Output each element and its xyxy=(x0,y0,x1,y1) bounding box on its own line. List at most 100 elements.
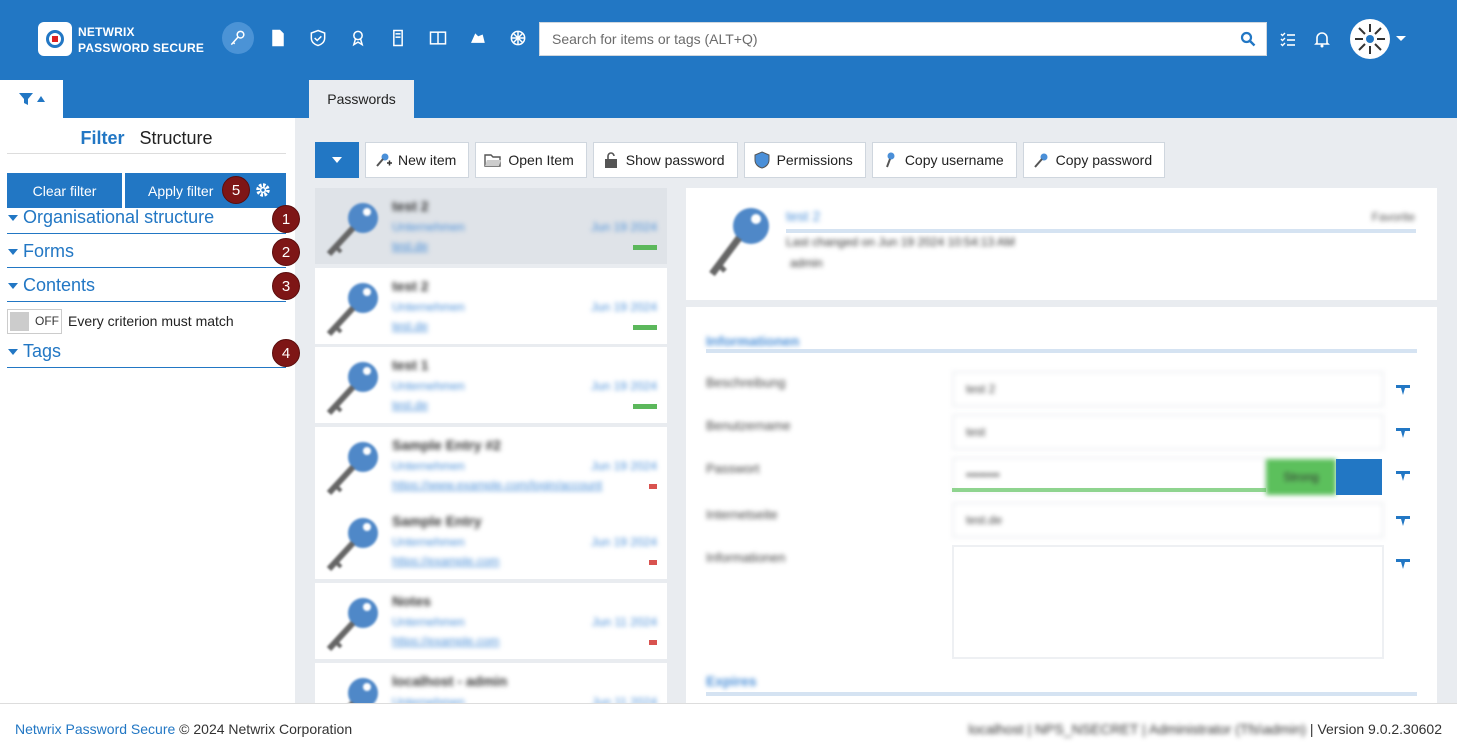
callout-badge-2: 2 xyxy=(272,238,300,266)
detail-header: test 2 Last changed on Jun 19 2024 10:54… xyxy=(686,188,1437,300)
pin-icon[interactable] xyxy=(1396,428,1410,438)
shield-icon[interactable] xyxy=(302,22,334,54)
user-icon xyxy=(885,152,895,168)
product-link[interactable]: Netwrix Password Secure xyxy=(15,721,175,737)
pin-icon[interactable] xyxy=(1396,471,1410,481)
list-item[interactable]: Sample Entry #2 Unternehmen https://www.… xyxy=(315,427,667,503)
snowflake-icon[interactable] xyxy=(502,22,534,54)
list-item[interactable]: test 2 Unternehmen test.de Jun 19 2024 xyxy=(315,268,667,344)
permissions-button[interactable]: Permissions xyxy=(743,142,866,178)
key-icon xyxy=(326,203,378,257)
tab-filter[interactable]: Filter xyxy=(75,126,129,151)
strength-bar xyxy=(633,325,657,330)
gear-icon[interactable] xyxy=(254,181,272,199)
key-icon xyxy=(326,598,378,652)
password-list: test 2 Unternehmen test.de Jun 19 2024 t… xyxy=(315,188,667,703)
copy-username-button[interactable]: Copy username xyxy=(871,142,1017,178)
new-item-button[interactable]: New item xyxy=(365,142,470,178)
field-label: Beschreibung xyxy=(706,375,786,390)
search-input[interactable] xyxy=(540,23,1220,55)
key-icon xyxy=(326,283,378,337)
cloud-icon[interactable] xyxy=(462,22,494,54)
list-item[interactable]: Sample Entry Unternehmen https://example… xyxy=(315,503,667,579)
chevron-up-icon xyxy=(36,96,45,102)
key-icon xyxy=(709,208,769,277)
search-icon[interactable] xyxy=(1240,31,1256,47)
strength-bar xyxy=(649,560,657,565)
strength-bar xyxy=(633,245,657,250)
strength-bar xyxy=(649,484,657,489)
match-all-toggle[interactable]: OFF xyxy=(7,309,62,334)
brand-name: NETWRIX PASSWORD SECURE xyxy=(78,25,205,55)
field-label: Benutzername xyxy=(706,418,791,433)
username-field[interactable]: test xyxy=(952,414,1384,450)
clear-filter-button[interactable]: Clear filter xyxy=(7,173,122,208)
folder-open-icon xyxy=(484,154,502,167)
section-expires: Expires xyxy=(706,673,757,689)
key-icon xyxy=(348,678,378,703)
netwrix-logo[interactable] xyxy=(38,22,72,56)
key-icon xyxy=(1033,153,1048,168)
ribbon-dropdown-button[interactable] xyxy=(315,142,359,178)
pin-icon[interactable] xyxy=(1396,516,1410,526)
pin-icon[interactable] xyxy=(1396,559,1410,569)
search-bar xyxy=(539,22,1267,56)
field-label: Passwort xyxy=(706,461,760,476)
server-icon[interactable] xyxy=(382,22,414,54)
detail-form: Informationen Beschreibung test 2 Benutz… xyxy=(686,307,1437,703)
connection-status: localhost | NPS_NSECRET | Administrator … xyxy=(968,721,1307,737)
copy-password-button[interactable]: Copy password xyxy=(1022,142,1166,178)
detail-title: test 2 xyxy=(786,208,821,224)
section-forms[interactable]: Forms xyxy=(7,238,286,268)
field-label: Informationen xyxy=(706,550,786,565)
detail-last-changed: Last changed on Jun 19 2024 10:54:13 AM xyxy=(786,235,1015,249)
favorite-toggle[interactable]: Favorite xyxy=(1372,210,1415,224)
section-organisational-structure[interactable]: Organisational structure xyxy=(7,204,286,234)
strength-bar xyxy=(649,640,657,645)
strength-bar xyxy=(633,404,657,409)
callout-badge-1: 1 xyxy=(272,205,300,233)
top-bar: NETWRIX PASSWORD SECURE xyxy=(0,0,1457,118)
book-icon[interactable] xyxy=(422,22,454,54)
new-key-icon xyxy=(376,153,392,167)
footer: Netwrix Password Secure © 2024 Netwrix C… xyxy=(0,703,1457,755)
badge-icon[interactable] xyxy=(342,22,374,54)
filter-icon xyxy=(18,93,33,105)
chevron-down-icon[interactable] xyxy=(1396,36,1406,41)
document-icon[interactable] xyxy=(262,22,294,54)
callout-badge-3: 3 xyxy=(272,272,300,300)
filter-toggle-tab[interactable] xyxy=(0,80,63,118)
list-item[interactable]: localhost - admin Unternehmen Jun 11 202… xyxy=(315,663,667,703)
list-item[interactable]: test 2 Unternehmen test.de Jun 19 2024 xyxy=(315,188,667,264)
criterion-label: Every criterion must match xyxy=(68,313,234,329)
filter-panel: Filter Structure Clear filter Apply filt… xyxy=(0,118,300,703)
description-field[interactable]: test 2 xyxy=(952,371,1384,407)
password-strength-label: Strong xyxy=(1266,459,1336,495)
section-tags[interactable]: Tags xyxy=(7,338,286,368)
detail-owner: admin xyxy=(790,256,823,270)
copyright-text: © 2024 Netwrix Corporation xyxy=(175,721,353,737)
toolbar: New item Open Item Show password Permiss… xyxy=(315,142,1166,178)
website-field[interactable]: test.de xyxy=(952,502,1384,538)
avatar[interactable] xyxy=(1350,19,1390,59)
open-item-button[interactable]: Open Item xyxy=(475,142,587,178)
list-item[interactable]: test 1 Unternehmen test.de Jun 19 2024 xyxy=(315,347,667,423)
bell-icon[interactable] xyxy=(1313,30,1331,48)
reveal-password-button[interactable] xyxy=(1336,459,1382,495)
information-textarea[interactable] xyxy=(952,545,1384,659)
show-password-button[interactable]: Show password xyxy=(592,142,738,178)
list-item[interactable]: Notes Unternehmen https://example.com Ju… xyxy=(315,583,667,659)
pin-icon[interactable] xyxy=(1396,385,1410,395)
callout-badge-5: 5 xyxy=(222,176,250,204)
tab-passwords[interactable]: Passwords xyxy=(309,80,414,118)
callout-badge-4: 4 xyxy=(272,339,300,367)
unlock-icon xyxy=(604,152,617,168)
key-icon[interactable] xyxy=(222,22,254,54)
section-contents[interactable]: Contents xyxy=(7,272,286,302)
section-informationen: Informationen xyxy=(706,333,800,349)
field-label: Internetseite xyxy=(706,507,778,522)
tab-structure[interactable]: Structure xyxy=(135,126,218,151)
key-icon xyxy=(326,362,378,416)
shield-icon xyxy=(754,151,770,169)
checklist-icon[interactable] xyxy=(1279,30,1297,48)
